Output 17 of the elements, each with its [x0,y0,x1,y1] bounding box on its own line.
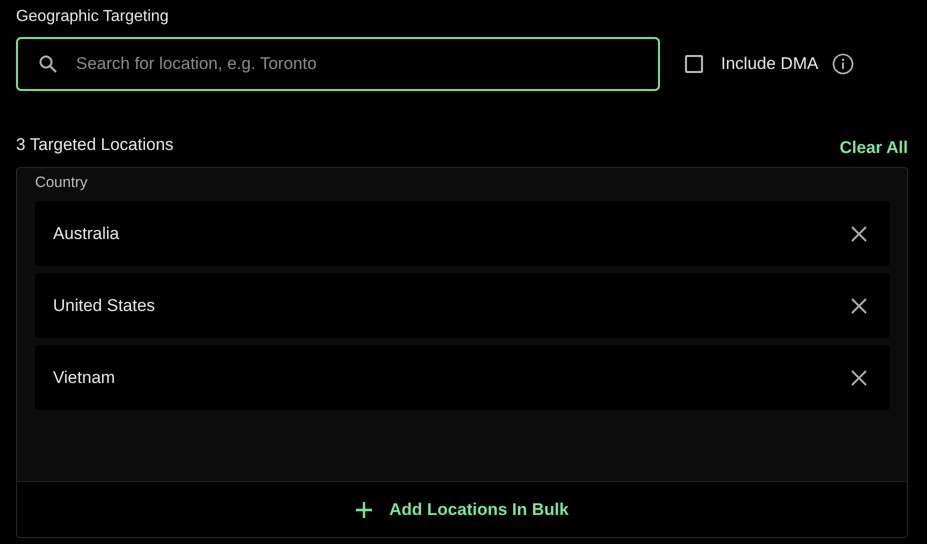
group-label: Country [34,173,88,191]
info-icon[interactable] [832,53,854,75]
search-icon [38,54,58,74]
close-icon[interactable] [850,224,868,242]
location-name: United States [53,296,156,316]
add-in-bulk-button[interactable]: Add Locations In Bulk [17,481,907,537]
location-name: Vietnam [53,368,116,388]
search-field[interactable]: Search for location, e.g. Toronto [16,37,660,91]
checkbox[interactable] [685,55,703,73]
targeted-count-heading: 3 Targeted Locations [16,135,174,155]
plus-icon [355,500,374,518]
checkbox-label: Include DMA [721,54,818,74]
close-icon[interactable] [850,296,868,314]
close-icon[interactable] [850,368,868,386]
location-name: Australia [53,224,120,244]
section-title: Geographic Targeting [16,8,169,26]
clear-all-link[interactable]: Clear All [840,138,908,158]
